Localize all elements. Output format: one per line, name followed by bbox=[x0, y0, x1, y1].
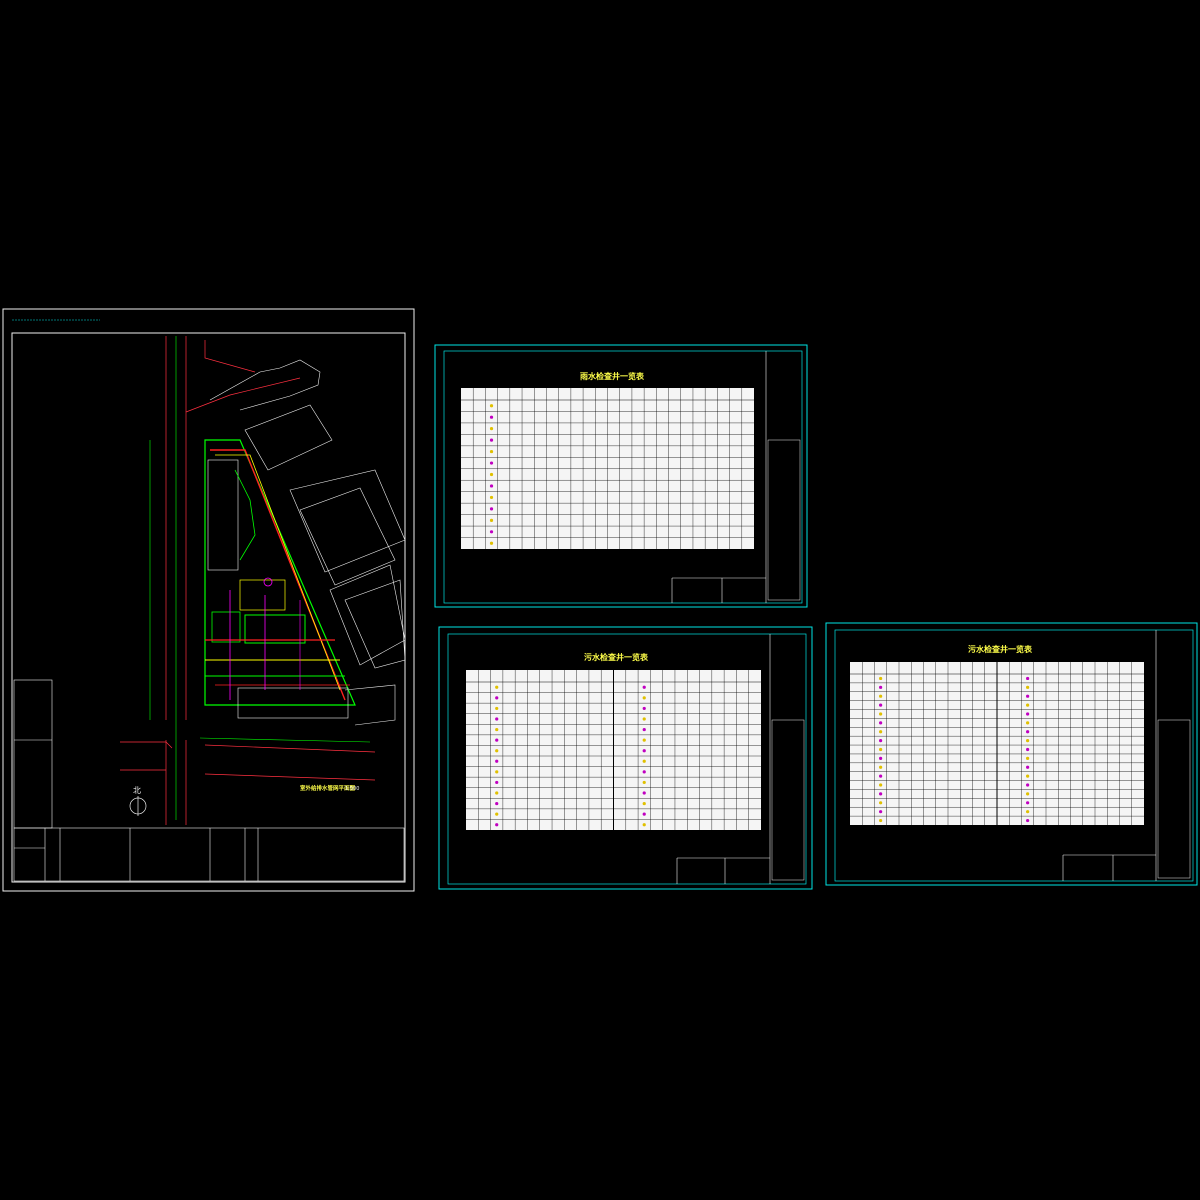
manhole-symbol bbox=[495, 696, 499, 700]
manhole-symbol bbox=[642, 749, 646, 753]
site-plan-title-block bbox=[13, 827, 405, 882]
manhole-symbol bbox=[489, 427, 494, 431]
sewage-table-1 bbox=[466, 670, 761, 830]
cad-drawing-canvas[interactable]: 北 室外给排水管网平面图 1:500 雨水检查井一览表 污水检查井一览表 污水检… bbox=[0, 0, 1200, 1200]
manhole-symbol bbox=[879, 739, 883, 743]
manhole-symbol bbox=[1026, 810, 1030, 814]
manhole-symbol bbox=[495, 759, 499, 763]
manhole-symbol bbox=[642, 780, 646, 785]
manhole-symbol bbox=[489, 541, 494, 545]
manhole-symbol bbox=[489, 472, 494, 477]
manhole-symbol bbox=[642, 706, 646, 711]
manhole-symbol bbox=[1026, 694, 1030, 698]
sewage-sheet-2-title: 污水检查井一览表 bbox=[968, 644, 1033, 654]
road-lines bbox=[120, 336, 376, 825]
manhole-symbol bbox=[1026, 685, 1030, 689]
storm-sheet: 雨水检查井一览表 bbox=[434, 344, 808, 608]
manhole-symbol bbox=[489, 461, 494, 465]
storm-sheet-title: 雨水检查井一览表 bbox=[580, 371, 645, 381]
site-plan-sheet: 北 室外给排水管网平面图 1:500 bbox=[2, 308, 415, 892]
manhole-symbol bbox=[495, 685, 499, 689]
manhole-symbol bbox=[489, 495, 494, 500]
manhole-symbol bbox=[495, 706, 499, 711]
site-plan-outer-frame bbox=[2, 308, 415, 892]
manhole-symbol bbox=[1026, 774, 1030, 778]
manhole-symbol bbox=[495, 738, 499, 742]
manhole-symbol bbox=[642, 801, 646, 806]
manhole-symbol bbox=[879, 712, 883, 716]
manhole-symbol bbox=[489, 507, 494, 511]
manhole-symbol bbox=[489, 438, 494, 442]
manhole-symbol bbox=[495, 780, 499, 785]
manhole-symbol bbox=[1026, 703, 1030, 707]
sewage-sheet-2: 污水检查井一览表 bbox=[825, 622, 1198, 886]
manhole-symbol bbox=[879, 685, 883, 689]
storm-table bbox=[461, 388, 754, 549]
manhole-symbol bbox=[489, 449, 494, 454]
manhole-symbol bbox=[879, 783, 883, 787]
manhole-symbol bbox=[1026, 712, 1030, 716]
manhole-symbol bbox=[1026, 756, 1030, 760]
manhole-symbol bbox=[879, 774, 883, 778]
manhole-symbol bbox=[489, 484, 494, 488]
manhole-symbol bbox=[489, 404, 494, 408]
manhole-symbol bbox=[879, 818, 883, 823]
manhole-symbol bbox=[1026, 676, 1030, 681]
manhole-symbol bbox=[642, 738, 646, 742]
manhole-symbol bbox=[1026, 730, 1030, 734]
manhole-symbol bbox=[1026, 739, 1030, 743]
manhole-symbol bbox=[879, 801, 883, 805]
manhole-symbol bbox=[1026, 765, 1030, 769]
manhole-symbol bbox=[495, 812, 499, 816]
manhole-symbol bbox=[495, 727, 499, 732]
manhole-symbol bbox=[879, 676, 883, 681]
manhole-symbol bbox=[1026, 792, 1030, 796]
manhole-symbol bbox=[879, 765, 883, 769]
manhole-symbol bbox=[495, 791, 499, 795]
north-arrow: 北 bbox=[129, 786, 147, 816]
sewage-sheet-1: 污水检查井一览表 bbox=[438, 626, 813, 890]
manhole-symbol bbox=[642, 727, 646, 732]
north-label: 北 bbox=[133, 786, 141, 795]
manhole-symbol bbox=[642, 770, 646, 774]
manhole-symbol bbox=[1026, 747, 1030, 752]
manhole-symbol bbox=[642, 717, 646, 721]
manhole-symbol bbox=[879, 810, 883, 814]
manhole-symbol bbox=[642, 823, 646, 827]
site-plan-scale: 1:500 bbox=[345, 786, 359, 792]
manhole-symbol bbox=[879, 721, 883, 725]
sewage-sheet-1-title: 污水检查井一览表 bbox=[584, 652, 649, 662]
site-plan-inner-frame bbox=[11, 332, 406, 883]
manhole-symbol bbox=[1026, 801, 1030, 805]
manhole-symbol bbox=[489, 518, 494, 522]
site-plan-notes-box bbox=[13, 679, 53, 829]
neighbour-buildings bbox=[209, 359, 406, 726]
sewage-table-2 bbox=[850, 662, 1144, 825]
manhole-symbol bbox=[642, 696, 646, 700]
manhole-symbol bbox=[1026, 783, 1030, 787]
manhole-symbol bbox=[642, 791, 646, 795]
manhole-symbol bbox=[495, 770, 499, 774]
manhole-symbol bbox=[879, 730, 883, 734]
manhole-symbol bbox=[642, 685, 646, 689]
manhole-symbol bbox=[879, 747, 883, 752]
manhole-symbol bbox=[1026, 818, 1030, 823]
manhole-symbol bbox=[642, 759, 646, 763]
manhole-symbol bbox=[642, 812, 646, 816]
manhole-symbol bbox=[495, 823, 499, 827]
manhole-symbol bbox=[1026, 721, 1030, 725]
manhole-symbol bbox=[489, 530, 494, 534]
manhole-symbol bbox=[879, 703, 883, 707]
manhole-symbol bbox=[879, 694, 883, 698]
manhole-symbol bbox=[495, 717, 499, 721]
manhole-symbol bbox=[489, 415, 494, 419]
manhole-symbol bbox=[495, 749, 499, 753]
manhole-symbol bbox=[495, 801, 499, 806]
manhole-symbol bbox=[879, 756, 883, 760]
manhole-symbol bbox=[879, 792, 883, 796]
